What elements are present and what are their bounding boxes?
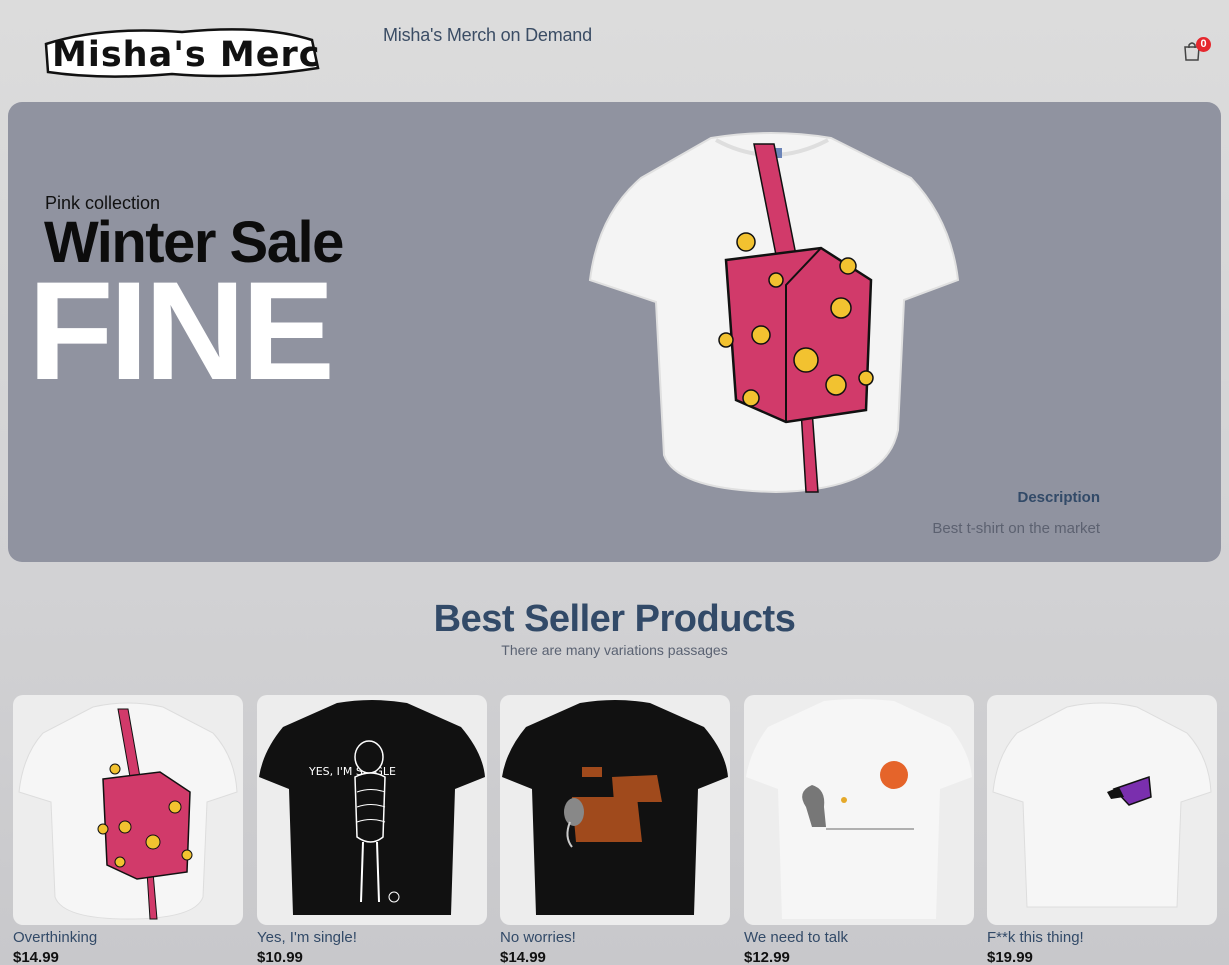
product-name[interactable]: F**k this thing!: [987, 929, 1217, 946]
product-price: $14.99: [500, 949, 546, 965]
tshirt-elephant-sun-image: [746, 699, 972, 919]
product-name[interactable]: Yes, I'm single!: [257, 929, 487, 946]
product-price: $14.99: [13, 949, 59, 965]
product-card[interactable]: YES, I'M SINGLE Yes, I'm single! $10.99: [257, 695, 487, 965]
tshirt-single-figure-image: YES, I'M SINGLE: [259, 700, 485, 915]
logo[interactable]: Misha's Merch: [42, 22, 320, 80]
hero-description-text: Best t-shirt on the market: [932, 520, 1100, 537]
nav-tagline[interactable]: Misha's Merch on Demand: [383, 25, 592, 46]
product-list: Overthinking $14.99 YES, I'M SINGLE Yes,…: [13, 695, 1218, 965]
product-price: $12.99: [744, 949, 790, 965]
hero-big-text: FINE: [28, 252, 335, 409]
hero-tshirt-image[interactable]: [586, 130, 961, 495]
cart-count-badge: 0: [1196, 37, 1211, 52]
hero-description-title: Description: [1017, 489, 1100, 506]
product-name[interactable]: No worries!: [500, 929, 730, 946]
top-nav: Misha's Merch Misha's Merch on Demand 0: [0, 0, 1229, 100]
product-card[interactable]: No worries! $14.99: [500, 695, 730, 965]
tshirt-purple-creature-image: [992, 702, 1212, 908]
product-image[interactable]: [500, 695, 730, 925]
product-price: $10.99: [257, 949, 303, 965]
hero-banner: Pink collection Winter Sale FINE Descrip…: [8, 102, 1221, 562]
cart-button[interactable]: 0: [1182, 37, 1212, 63]
tshirt-pink-cube-image: [18, 702, 238, 920]
product-image[interactable]: [744, 695, 974, 925]
best-seller-title: Best Seller Products: [433, 598, 796, 640]
product-card[interactable]: Overthinking $14.99: [13, 695, 243, 965]
product-card[interactable]: F**k this thing! $19.99: [987, 695, 1217, 965]
product-image[interactable]: [13, 695, 243, 925]
product-image[interactable]: YES, I'M SINGLE: [257, 695, 487, 925]
product-name[interactable]: Overthinking: [13, 929, 243, 946]
best-seller-subtitle: There are many variations passages: [501, 642, 728, 658]
product-name[interactable]: We need to talk: [744, 929, 974, 946]
tshirt-mammoths-image: [502, 700, 728, 915]
product-image[interactable]: [987, 695, 1217, 925]
product-price: $19.99: [987, 949, 1033, 965]
svg-text:Misha's Merch: Misha's Merch: [52, 35, 320, 75]
product-card[interactable]: We need to talk $12.99: [744, 695, 974, 965]
logo-image: Misha's Merch: [44, 28, 320, 78]
